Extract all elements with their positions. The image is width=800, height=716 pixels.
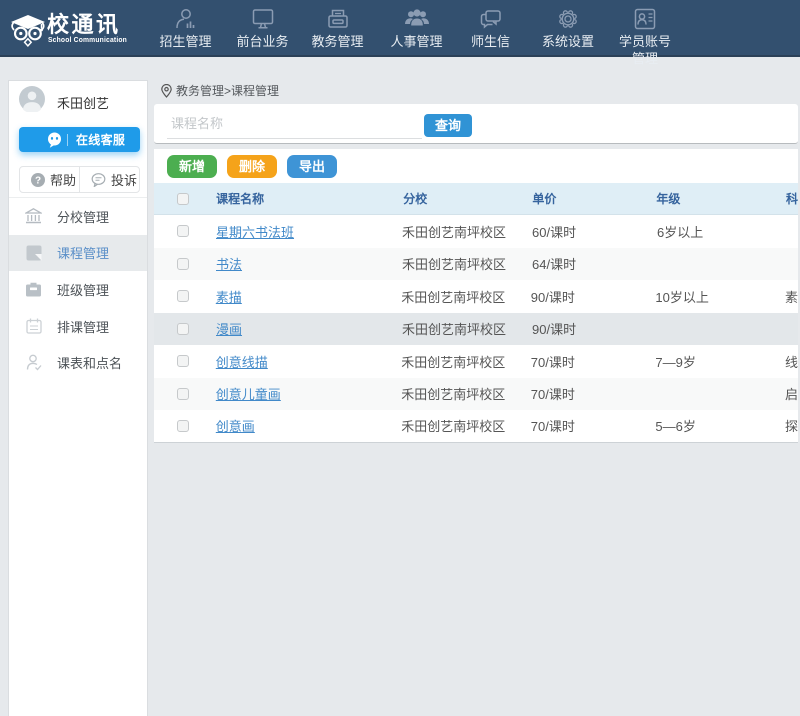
- svg-text:?: ?: [35, 175, 41, 186]
